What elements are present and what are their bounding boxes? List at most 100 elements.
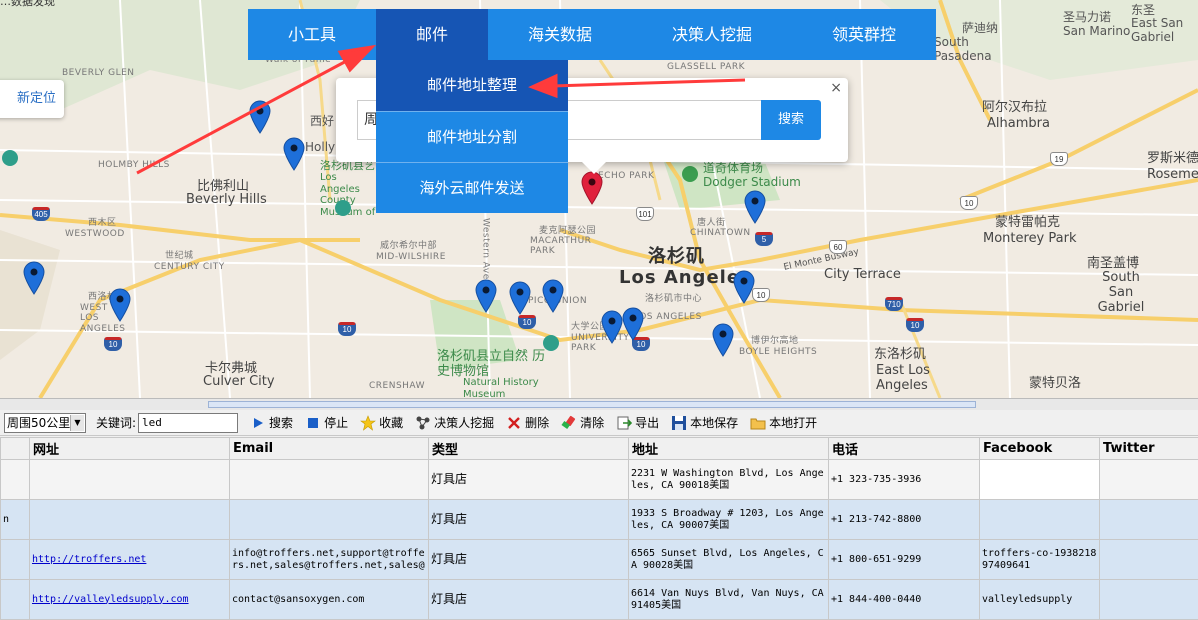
cell-type[interactable]: 灯具店	[428, 499, 629, 540]
clear-button-label: 清除	[580, 416, 605, 430]
cell-email[interactable]: contact@sansoxygen.com	[229, 579, 429, 620]
map-pin-icon[interactable]	[109, 288, 131, 322]
table-row[interactable]: http://troffers.net info@troffers.net,su…	[0, 539, 1198, 580]
map-label: 阿尔汉布拉	[982, 100, 1048, 115]
favorite-button[interactable]: 收藏	[360, 412, 403, 434]
map-pin-icon[interactable]	[542, 279, 564, 313]
cell-twitter[interactable]	[1099, 539, 1198, 580]
map-label: CHINATOWN	[690, 228, 751, 238]
cell-email[interactable]: info@troffers.net,support@troffers.net,s…	[229, 539, 429, 580]
menu-item-email-organize[interactable]: 邮件地址整理	[376, 60, 568, 111]
poi-icon	[335, 200, 351, 216]
column-header[interactable]: Twitter	[1099, 437, 1198, 460]
column-header[interactable]: 网址	[29, 437, 230, 460]
cell-facebook[interactable]	[979, 459, 1100, 500]
map-pin-icon[interactable]	[509, 281, 531, 315]
map-label: 西好	[310, 114, 335, 128]
cell-url[interactable]: http://troffers.net	[29, 539, 230, 580]
highway-shield: 10	[104, 337, 122, 351]
radius-select[interactable]: 周围50公里 ▼	[4, 412, 86, 433]
column-header[interactable]: 地址	[628, 437, 829, 460]
highway-shield: 10	[960, 196, 978, 210]
cell-phone[interactable]: +1 800-651-9299	[828, 539, 980, 580]
nav-item-customs-data[interactable]: 海关数据	[488, 9, 632, 60]
stop-icon	[308, 417, 319, 428]
stop-button[interactable]: 停止	[305, 412, 348, 434]
local-open-button-label: 本地打开	[769, 416, 818, 430]
cell-address[interactable]: 1933 S Broadway # 1203, Los Angeles, CA …	[628, 499, 829, 540]
cell-facebook[interactable]: valleyledsupply	[979, 579, 1100, 620]
chevron-down-icon[interactable]: ▼	[70, 414, 84, 431]
close-icon[interactable]: ×	[830, 80, 842, 96]
cell-facebook[interactable]: troffers-co-193821897409641	[979, 539, 1100, 580]
column-header[interactable]	[0, 437, 30, 460]
cell-address[interactable]: 6565 Sunset Blvd, Los Angeles, CA 90028美…	[628, 539, 829, 580]
column-header[interactable]: Facebook	[979, 437, 1100, 460]
table-row[interactable]: 灯具店 2231 W Washington Blvd, Los Angeles,…	[0, 459, 1198, 500]
map-pin-icon[interactable]	[712, 323, 734, 357]
column-header[interactable]: 电话	[828, 437, 980, 460]
map-pin-icon[interactable]	[622, 307, 644, 341]
menu-item-cloud-mail-send[interactable]: 海外云邮件发送	[376, 162, 568, 213]
local-save-button[interactable]: 本地保存	[671, 412, 738, 434]
cell-twitter[interactable]	[1099, 499, 1198, 540]
map-pin-icon[interactable]	[249, 100, 271, 134]
cell-facebook[interactable]	[979, 499, 1100, 540]
nav-item-decision-maker[interactable]: 决策人挖掘	[632, 9, 792, 60]
decision-maker-button[interactable]: 决策人挖掘	[415, 412, 494, 434]
cell-address[interactable]: 6614 Van Nuys Blvd, Van Nuys, CA 91405美国	[628, 579, 829, 620]
cell-address[interactable]: 2231 W Washington Blvd, Los Angeles, CA …	[628, 459, 829, 500]
table-header-row: 网址 Email 类型 地址 电话 Facebook Twitter	[0, 437, 1198, 460]
clear-button[interactable]: 清除	[561, 412, 604, 434]
cell-twitter[interactable]	[1099, 459, 1198, 500]
cell-name[interactable]: n	[0, 499, 30, 540]
nav-item-mail[interactable]: 邮件	[376, 9, 488, 60]
relocate-button[interactable]: 新定位	[0, 80, 64, 118]
export-button[interactable]: 导出	[616, 412, 659, 434]
delete-button[interactable]: 删除	[506, 412, 549, 434]
search-button[interactable]: 搜索	[250, 412, 293, 434]
cell-type[interactable]: 灯具店	[428, 459, 629, 500]
column-header[interactable]: Email	[229, 437, 429, 460]
map-search-button[interactable]: 搜索	[761, 100, 821, 140]
cell-type[interactable]: 灯具店	[428, 539, 629, 580]
nav-item-linkedin-control[interactable]: 领英群控	[792, 9, 936, 60]
map-label: 圣马力诺	[1063, 10, 1112, 24]
local-open-button[interactable]: 本地打开	[750, 412, 817, 434]
map-pin-icon[interactable]	[475, 279, 497, 313]
url-link[interactable]: http://valleyledsupply.com	[32, 594, 189, 605]
map-label: 洛杉矶市中心	[645, 294, 703, 304]
nav-item-tools[interactable]: 小工具	[248, 9, 376, 60]
table-row[interactable]: n 灯具店 1933 S Broadway # 1203, Los Angele…	[0, 499, 1198, 540]
cell-type[interactable]: 灯具店	[428, 579, 629, 620]
table-row[interactable]: http://valleyledsupply.com contact@sanso…	[0, 579, 1198, 620]
cell-name[interactable]	[0, 459, 30, 500]
map-label: Dodger Stadium	[703, 175, 801, 189]
map-pin-icon[interactable]	[23, 261, 45, 295]
map-pin-icon[interactable]	[744, 190, 766, 224]
map-label: 世纪城	[165, 251, 194, 261]
cell-url[interactable]	[29, 499, 230, 540]
cell-url[interactable]	[29, 459, 230, 500]
cell-email[interactable]	[229, 459, 429, 500]
column-header[interactable]: 类型	[428, 437, 629, 460]
map-pin-icon[interactable]	[601, 310, 623, 344]
menu-item-email-split[interactable]: 邮件地址分割	[376, 111, 568, 162]
keyword-input[interactable]: led	[138, 412, 239, 433]
cell-twitter[interactable]	[1099, 579, 1198, 620]
highway-shield: 60	[829, 240, 847, 254]
cell-phone[interactable]: +1 323-735-3936	[828, 459, 980, 500]
splitter-grip[interactable]	[208, 401, 976, 408]
cell-name[interactable]	[0, 579, 30, 620]
cell-url[interactable]: http://valleyledsupply.com	[29, 579, 230, 620]
url-link[interactable]: http://troffers.net	[32, 554, 146, 565]
pane-splitter[interactable]	[0, 398, 1198, 410]
cell-phone[interactable]: +1 213-742-8800	[828, 499, 980, 540]
map-pin-icon[interactable]	[283, 137, 305, 171]
map-view[interactable]: …数据发现 BEVERLY GLEN Walk of Fame HOLMBY H…	[0, 0, 1198, 398]
map-pin-selected-icon[interactable]	[581, 171, 603, 205]
cell-phone[interactable]: +1 844-400-0440	[828, 579, 980, 620]
cell-name[interactable]	[0, 539, 30, 580]
cell-email[interactable]	[229, 499, 429, 540]
map-pin-icon[interactable]	[733, 270, 755, 304]
